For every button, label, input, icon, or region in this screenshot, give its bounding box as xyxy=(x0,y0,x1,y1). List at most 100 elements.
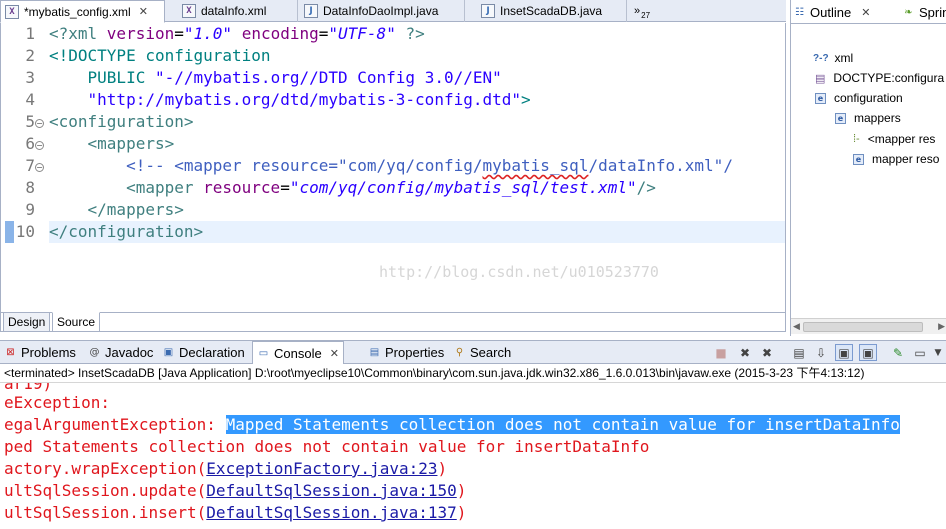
code-area[interactable]: <?xml version="1.0" encoding="UTF-8" ?> … xyxy=(49,23,785,312)
outline-item-mappers[interactable]: e mappers xyxy=(835,108,901,128)
xml-source-editor[interactable]: 1 2 3 4 5 6 7 8 9 10 − − − <?xml version… xyxy=(0,23,786,312)
equals: = xyxy=(280,178,290,197)
tab-label: DataInfoDaoImpl.java xyxy=(323,4,439,18)
line-number: 3 xyxy=(25,68,35,87)
console-line: ultSqlSession.insert(DefaultSqlSession.j… xyxy=(4,502,466,524)
properties-icon: ▤ xyxy=(369,347,380,358)
outline-item-label: configuration xyxy=(834,91,903,105)
console-text: ) xyxy=(437,459,448,478)
fold-collapse-icon[interactable]: − xyxy=(35,163,44,172)
show-on-stdout-icon[interactable]: ▣ xyxy=(835,344,853,361)
outline-item-configuration[interactable]: e configuration xyxy=(815,88,903,108)
line-number: 5 xyxy=(25,112,35,131)
display-console-icon[interactable]: ▭ xyxy=(911,344,929,361)
code-line-1: <?xml version="1.0" encoding="UTF-8" ?> xyxy=(49,23,425,45)
spelling-warning: mybatis_sql xyxy=(482,156,589,175)
java-file-icon: J xyxy=(481,4,495,18)
search-icon: ⚲ xyxy=(455,347,464,358)
tab-search[interactable]: ⚲ Search xyxy=(453,341,511,364)
pin-console-icon[interactable]: ✎ xyxy=(889,344,907,361)
outline-item-comment[interactable]: ⁞- <mapper res xyxy=(853,129,935,149)
close-icon[interactable]: ✕ xyxy=(330,347,339,360)
tab-label: Sprin xyxy=(919,4,946,20)
stack-trace-link[interactable]: ExceptionFactory.java:23 xyxy=(206,459,437,478)
outline-item-xml[interactable]: ?-? xml xyxy=(813,48,853,68)
line-number: 1 xyxy=(25,24,35,43)
processing-instruction-icon: ?-? xyxy=(813,52,829,64)
outline-item-label: <mapper res xyxy=(867,132,936,146)
doctype-system-uri: "http://mybatis.org/dtd/mybatis-3-config… xyxy=(87,90,522,109)
equals: = xyxy=(318,24,329,43)
xml-decl-close: ?> xyxy=(395,24,425,43)
scroll-right-icon[interactable]: ▶ xyxy=(938,321,945,332)
console-icon: ▭ xyxy=(258,347,269,359)
stack-trace-link[interactable]: DefaultSqlSession.java:137 xyxy=(206,503,456,522)
tab-datainfo-xml[interactable]: X dataInfo.xml xyxy=(178,0,298,22)
tab-label: InsetScadaDB.java xyxy=(500,4,603,18)
fold-collapse-icon[interactable]: − xyxy=(35,141,44,150)
remove-all-terminated-icon[interactable]: ✖ xyxy=(758,344,776,361)
tab-label: dataInfo.xml xyxy=(201,4,267,18)
tab-mybatis-config-xml[interactable]: X *mybatis_config.xml ✕ xyxy=(0,0,165,23)
close-icon[interactable]: ✕ xyxy=(139,5,148,18)
line-number: 7 xyxy=(25,156,35,175)
console-text: ultSqlSession.update( xyxy=(4,481,207,500)
outline-item-doctype[interactable]: ▤ DOCTYPE:configura xyxy=(815,68,944,88)
code-line-7: <!-- <mapper resource="com/yq/config/myb… xyxy=(49,155,733,177)
line-number: 2 xyxy=(25,46,35,65)
stack-trace-link[interactable]: DefaultSqlSession.java:150 xyxy=(206,481,456,500)
chevron-down-icon[interactable]: ▼ xyxy=(929,344,946,361)
tab-declaration[interactable]: ▣ Declaration xyxy=(162,341,245,364)
scroll-lock-icon[interactable]: ⇩ xyxy=(812,344,830,361)
outline-item-mapper[interactable]: e mapper reso xyxy=(853,149,939,169)
fold-collapse-icon[interactable]: − xyxy=(35,119,44,128)
comment-path: /dataInfo.xml"/ xyxy=(588,156,733,175)
views-tab-bar: ⊠ Problems @ Javadoc ▣ Declaration ▭ Con… xyxy=(0,340,946,365)
outline-item-label: mapper reso xyxy=(872,152,940,166)
outline-horizontal-scrollbar[interactable]: ◀ ▶ xyxy=(791,318,946,334)
tab-source[interactable]: Source xyxy=(52,312,101,332)
show-on-stderr-icon[interactable]: ▣ xyxy=(859,344,877,361)
terminate-icon[interactable]: ■ xyxy=(712,344,730,361)
javadoc-icon: @ xyxy=(89,347,100,358)
tab-spring[interactable]: ❧ Sprin xyxy=(902,0,946,24)
code-line-9: </mappers> xyxy=(49,200,184,219)
tab-label: Console xyxy=(274,345,322,361)
console-line: actory.wrapException(ExceptionFactory.ja… xyxy=(4,458,447,480)
outline-tab-bar: ☷ Outline ✕ ❧ Sprin xyxy=(791,0,946,24)
java-file-icon: J xyxy=(304,4,318,18)
clear-console-icon[interactable]: ▤ xyxy=(790,344,808,361)
tab-insetscadadb-java[interactable]: J InsetScadaDB.java xyxy=(477,0,627,22)
more-tabs-button[interactable]: » 27 xyxy=(634,0,650,22)
hidden-tab-count: 27 xyxy=(641,10,651,20)
attr-value: "com/yq/config/mybatis_sql/test.xml" xyxy=(289,178,637,197)
code-line-3: PUBLIC "-//mybatis.org//DTD Config 3.0//… xyxy=(49,67,502,89)
tab-outline[interactable]: ☷ Outline ✕ xyxy=(793,0,870,24)
scroll-left-icon[interactable]: ◀ xyxy=(793,321,800,332)
outline-item-label: xml xyxy=(834,51,854,65)
tab-datainfodaoimpl-java[interactable]: J DataInfoDaoImpl.java xyxy=(300,0,465,22)
design-source-tab-bar: Design Source xyxy=(0,312,786,332)
remove-launch-icon[interactable]: ✖ xyxy=(736,344,754,361)
tab-properties[interactable]: ▤ Properties xyxy=(368,341,444,364)
console-line: egalArgumentException: Mapped Statements… xyxy=(4,414,900,436)
attr-name: resource xyxy=(203,178,281,197)
close-icon[interactable]: ✕ xyxy=(861,6,870,19)
chevron-double-right-icon: » xyxy=(634,5,641,17)
xml-file-icon: X xyxy=(5,4,19,19)
doctype-public: PUBLIC xyxy=(49,68,155,87)
tab-problems[interactable]: ⊠ Problems xyxy=(4,341,76,364)
console-output[interactable]: ar19) eException: egalArgumentException:… xyxy=(0,383,946,529)
line-number: 9 xyxy=(25,200,35,219)
tab-label: Outline xyxy=(810,4,852,20)
tab-javadoc[interactable]: @ Javadoc xyxy=(88,341,154,364)
tab-console[interactable]: ▭ Console ✕ xyxy=(252,341,344,365)
scroll-thumb[interactable] xyxy=(803,322,923,332)
tab-design[interactable]: Design xyxy=(3,312,51,332)
element-icon: e xyxy=(815,92,826,104)
line-number: 6 xyxy=(25,134,35,153)
console-line: ped Statements collection does not conta… xyxy=(4,437,650,456)
tab-label: Javadoc xyxy=(105,345,154,360)
console-text: egalArgumentException: xyxy=(4,415,226,434)
